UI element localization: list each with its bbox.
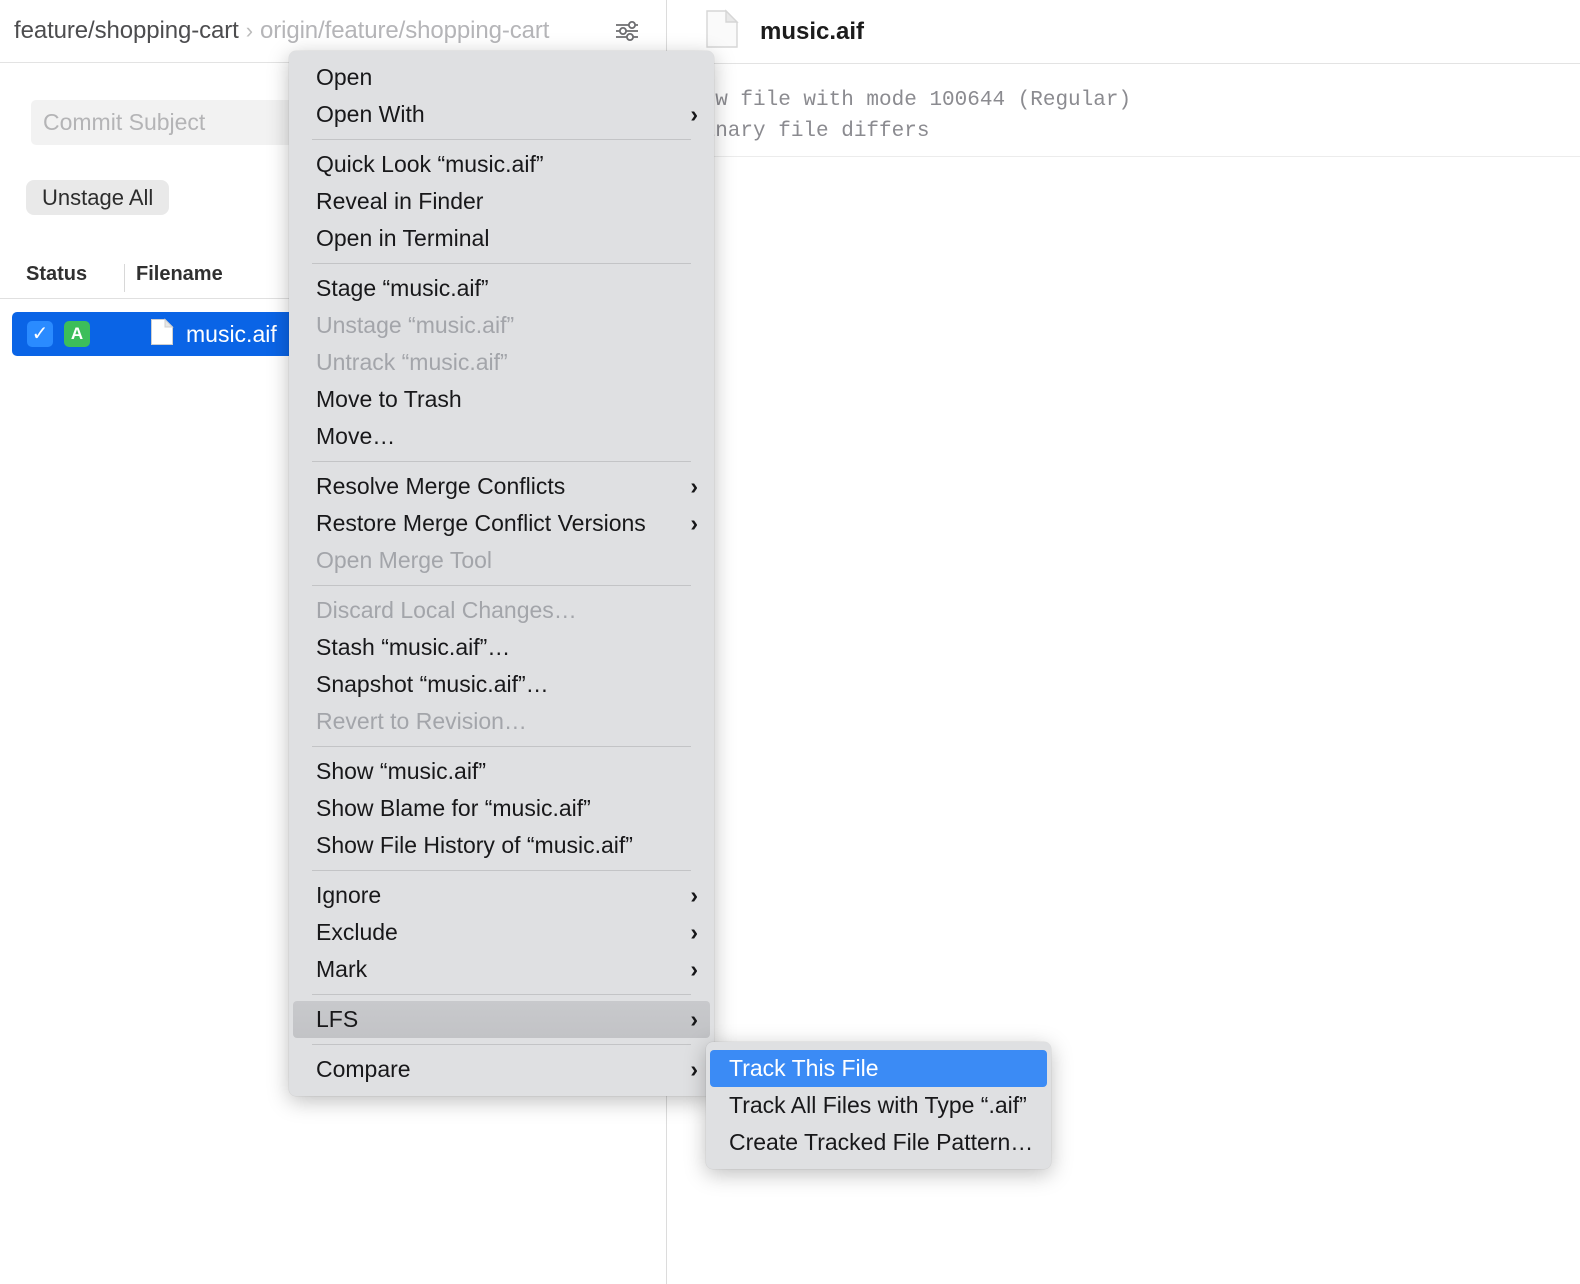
menu-item-move-to-trash[interactable]: Move to Trash [293, 381, 710, 418]
menu-item-show-file[interactable]: Show “music.aif” [293, 753, 710, 790]
menu-item-label: Move… [316, 423, 698, 450]
menu-item-open[interactable]: Open [293, 59, 710, 96]
menu-item-revert-to-revision: Revert to Revision… [293, 703, 710, 740]
breadcrumb-separator-icon: › [239, 18, 260, 43]
menu-separator [312, 461, 691, 462]
column-header-status[interactable]: Status [26, 263, 87, 286]
column-header-filename[interactable]: Filename [136, 263, 223, 286]
menu-item-label: Track All Files with Type “.aif” [729, 1092, 1035, 1119]
menu-item-label: Mark [316, 956, 672, 983]
menu-separator [312, 585, 691, 586]
menu-item-reveal-in-finder[interactable]: Reveal in Finder [293, 183, 710, 220]
menu-item-label: Ignore [316, 882, 672, 909]
menu-item-move[interactable]: Move… [293, 418, 710, 455]
chevron-right-icon: › [690, 1056, 698, 1083]
menu-item-ignore[interactable]: Ignore › [293, 877, 710, 914]
menu-item-label: Open [316, 64, 698, 91]
menu-item-show-blame[interactable]: Show Blame for “music.aif” [293, 790, 710, 827]
status-badge: A [64, 321, 90, 347]
submenu-item-track-all-files-with-type[interactable]: Track All Files with Type “.aif” [710, 1087, 1047, 1124]
menu-item-label: Stage “music.aif” [316, 275, 698, 302]
menu-item-label: Exclude [316, 919, 672, 946]
sliders-filter-icon[interactable] [610, 14, 644, 48]
unstage-all-button[interactable]: Unstage All [26, 180, 169, 215]
file-name-label: music.aif [186, 321, 277, 348]
submenu-item-create-tracked-file-pattern[interactable]: Create Tracked File Pattern… [710, 1124, 1047, 1161]
menu-item-label: Discard Local Changes… [316, 597, 698, 624]
menu-item-exclude[interactable]: Exclude › [293, 914, 710, 951]
menu-item-snapshot[interactable]: Snapshot “music.aif”… [293, 666, 710, 703]
menu-item-label: Compare [316, 1056, 672, 1083]
chevron-right-icon: › [690, 101, 698, 128]
column-divider [124, 264, 125, 292]
menu-item-label: Show File History of “music.aif” [316, 832, 698, 859]
menu-item-resolve-merge-conflicts[interactable]: Resolve Merge Conflicts › [293, 468, 710, 505]
menu-item-label: Stash “music.aif”… [316, 634, 698, 661]
diff-line: Binary file differs [668, 116, 1580, 147]
menu-separator [312, 994, 691, 995]
breadcrumb-remote-branch[interactable]: origin/feature/shopping-cart [260, 17, 549, 44]
menu-separator [312, 139, 691, 140]
menu-separator [312, 263, 691, 264]
file-context-menu[interactable]: Open Open With › Quick Look “music.aif” … [289, 51, 714, 1096]
lfs-submenu[interactable]: Track This File Track All Files with Typ… [706, 1042, 1051, 1169]
menu-separator [312, 1044, 691, 1045]
menu-item-label: Show “music.aif” [316, 758, 698, 785]
breadcrumb-local-branch[interactable]: feature/shopping-cart [14, 17, 239, 44]
menu-item-mark[interactable]: Mark › [293, 951, 710, 988]
chevron-right-icon: › [690, 510, 698, 537]
document-icon [150, 318, 174, 351]
menu-item-label: Open in Terminal [316, 225, 698, 252]
menu-item-label: Open With [316, 101, 672, 128]
menu-item-open-merge-tool: Open Merge Tool [293, 542, 710, 579]
menu-item-label: Unstage “music.aif” [316, 312, 698, 339]
menu-item-label: Quick Look “music.aif” [316, 151, 698, 178]
menu-item-stash[interactable]: Stash “music.aif”… [293, 629, 710, 666]
menu-item-label: Track This File [729, 1055, 1035, 1082]
menu-item-label: Reveal in Finder [316, 188, 698, 215]
diff-body: New file with mode 100644 (Regular) Bina… [668, 65, 1580, 157]
chevron-right-icon: › [690, 1006, 698, 1033]
stage-checkbox[interactable]: ✓ [27, 321, 53, 347]
diff-line: New file with mode 100644 (Regular) [668, 85, 1580, 116]
menu-item-compare[interactable]: Compare › [293, 1051, 710, 1088]
menu-item-label: Move to Trash [316, 386, 698, 413]
menu-separator [312, 746, 691, 747]
chevron-right-icon: › [690, 473, 698, 500]
menu-item-label: LFS [316, 1006, 672, 1033]
menu-item-open-in-terminal[interactable]: Open in Terminal [293, 220, 710, 257]
breadcrumb: feature/shopping-cart›origin/feature/sho… [0, 17, 549, 45]
chevron-right-icon: › [690, 882, 698, 909]
menu-item-label: Open Merge Tool [316, 547, 698, 574]
menu-item-restore-merge-conflict-versions[interactable]: Restore Merge Conflict Versions › [293, 505, 710, 542]
chevron-right-icon: › [690, 919, 698, 946]
submenu-item-track-this-file[interactable]: Track This File [710, 1050, 1047, 1087]
menu-item-label: Restore Merge Conflict Versions [316, 510, 672, 537]
diff-file-title: music.aif [760, 18, 864, 46]
document-icon [705, 9, 739, 54]
menu-item-lfs[interactable]: LFS › [293, 1001, 710, 1038]
chevron-right-icon: › [690, 956, 698, 983]
menu-item-open-with[interactable]: Open With › [293, 96, 710, 133]
diff-header: music.aif [668, 0, 1580, 64]
menu-item-untrack: Untrack “music.aif” [293, 344, 710, 381]
menu-item-stage[interactable]: Stage “music.aif” [293, 270, 710, 307]
menu-item-label: Create Tracked File Pattern… [729, 1129, 1035, 1156]
menu-item-quick-look[interactable]: Quick Look “music.aif” [293, 146, 710, 183]
menu-separator [312, 870, 691, 871]
menu-item-discard-local-changes: Discard Local Changes… [293, 592, 710, 629]
menu-item-show-file-history[interactable]: Show File History of “music.aif” [293, 827, 710, 864]
menu-item-label: Resolve Merge Conflicts [316, 473, 672, 500]
menu-item-label: Snapshot “music.aif”… [316, 671, 698, 698]
menu-item-label: Revert to Revision… [316, 708, 698, 735]
menu-item-label: Untrack “music.aif” [316, 349, 698, 376]
menu-item-unstage: Unstage “music.aif” [293, 307, 710, 344]
menu-item-label: Show Blame for “music.aif” [316, 795, 698, 822]
